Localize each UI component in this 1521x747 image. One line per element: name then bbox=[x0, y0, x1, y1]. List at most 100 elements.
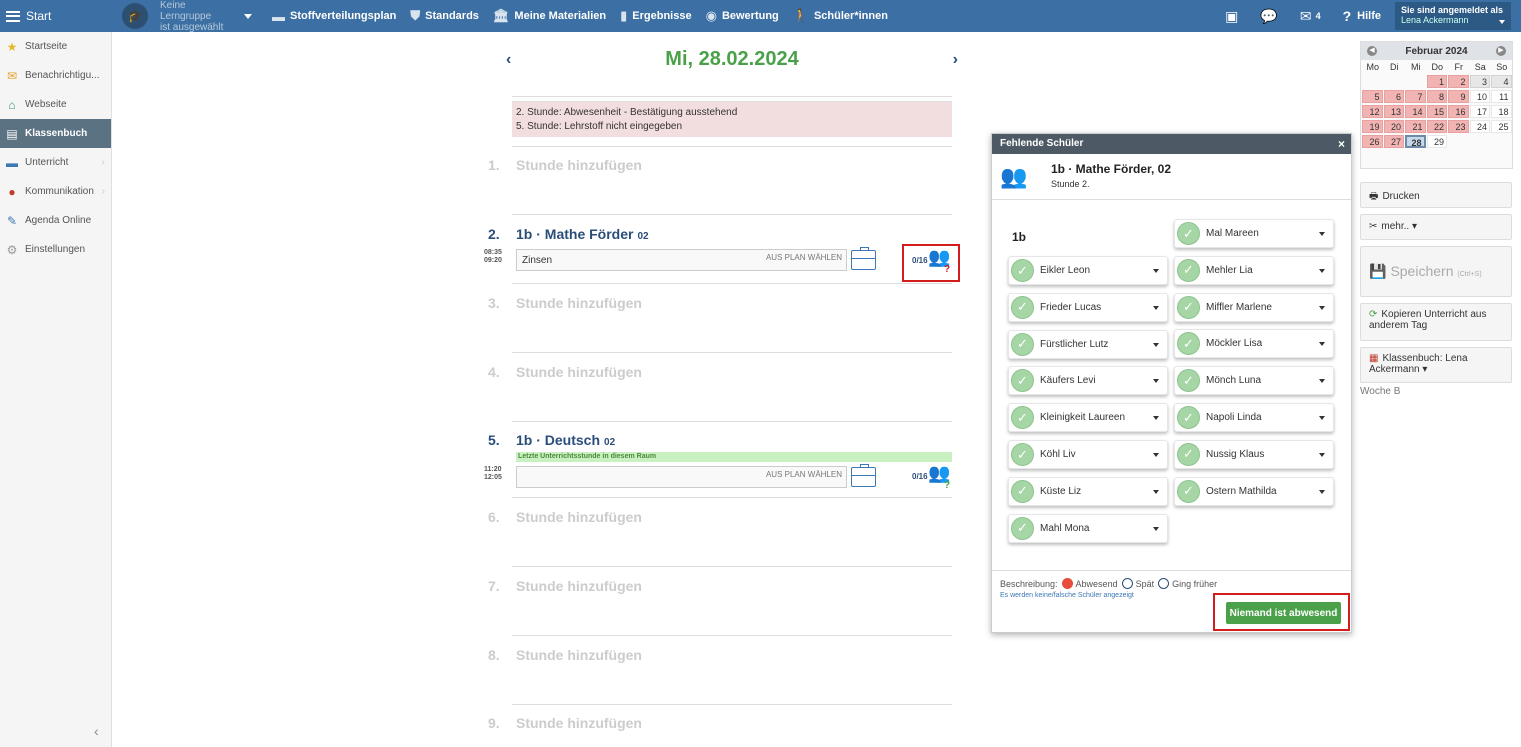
calendar-day[interactable]: 10 bbox=[1469, 90, 1490, 103]
calendar-day[interactable]: 12 bbox=[1362, 105, 1383, 118]
chevron-down-icon[interactable] bbox=[1153, 453, 1159, 457]
calendar-day[interactable]: 26 bbox=[1362, 135, 1383, 148]
calendar-day[interactable]: 21 bbox=[1405, 120, 1426, 133]
chevron-down-icon[interactable] bbox=[1153, 489, 1159, 494]
student-card[interactable]: ✓ Kleinigkeit Laureen bbox=[1008, 403, 1168, 433]
calendar-day[interactable]: 8 bbox=[1426, 90, 1447, 103]
briefcase-icon[interactable] bbox=[851, 247, 876, 270]
chevron-down-icon[interactable] bbox=[1319, 452, 1325, 457]
calendar-day[interactable]: 25 bbox=[1491, 120, 1512, 133]
presentation-icon[interactable]: ▣ bbox=[1225, 8, 1238, 25]
sidebar-item-unterricht[interactable]: ▬ Unterricht › bbox=[0, 148, 111, 177]
add-lesson-6[interactable]: 6. Stunde hinzufügen bbox=[488, 509, 642, 525]
sidebar-item-kommunikation[interactable]: ● Kommunikation › bbox=[0, 177, 111, 206]
wrong-students-link[interactable]: Es werden keine/falsche Schüler angezeig… bbox=[1000, 592, 1134, 599]
chevron-down-icon[interactable] bbox=[1319, 305, 1325, 310]
mail-icon[interactable]: ✉ bbox=[1300, 8, 1312, 25]
lesson-2-topic-field[interactable]: Zinsen AUS PLAN WÄHLEN bbox=[516, 249, 847, 271]
group-selector[interactable]: 🎓 Keine Lerngruppe ist ausgewählt bbox=[122, 0, 252, 33]
student-card[interactable]: ✓ Fürstlicher Lutz bbox=[1008, 329, 1168, 359]
checkmark-icon[interactable]: ✓ bbox=[1011, 406, 1034, 430]
nav-schueler-innen[interactable]: 🚶 Schüler*innen bbox=[793, 8, 888, 24]
sidebar-item-startseite[interactable]: ★ Startseite bbox=[0, 32, 111, 61]
checkmark-icon[interactable]: ✓ bbox=[1177, 295, 1200, 319]
choose-from-plan-link[interactable]: AUS PLAN WÄHLEN bbox=[766, 470, 842, 479]
chevron-down-icon[interactable] bbox=[1153, 269, 1159, 273]
checkmark-icon[interactable]: ✓ bbox=[1177, 406, 1200, 429]
chevron-down-icon[interactable] bbox=[1153, 416, 1159, 421]
student-card[interactable]: ✓ Küste Liz bbox=[1008, 476, 1168, 506]
start-menu-button[interactable]: Start bbox=[0, 0, 112, 32]
add-lesson-4[interactable]: 4. Stunde hinzufügen bbox=[488, 364, 642, 380]
calendar-day[interactable]: 19 bbox=[1362, 120, 1383, 133]
add-lesson-8[interactable]: 8. Stunde hinzufügen bbox=[488, 647, 642, 663]
student-card[interactable]: ✓ Mahl Mona bbox=[1008, 513, 1168, 543]
calendar-day[interactable]: 17 bbox=[1469, 105, 1490, 118]
checkmark-icon[interactable]: ✓ bbox=[1011, 479, 1034, 503]
calendar-day[interactable]: 23 bbox=[1448, 120, 1469, 133]
lesson-5-title[interactable]: 5. 1b · Deutsch 02 bbox=[488, 432, 615, 448]
previous-month-icon[interactable]: ◀ bbox=[1367, 46, 1377, 56]
checkmark-icon[interactable]: ✓ bbox=[1177, 332, 1200, 356]
checkmark-icon[interactable]: ✓ bbox=[1177, 222, 1200, 245]
chevron-down-icon[interactable] bbox=[1153, 342, 1159, 347]
checkmark-icon[interactable]: ✓ bbox=[1011, 259, 1034, 282]
checkmark-icon[interactable]: ✓ bbox=[1011, 443, 1034, 466]
sidebar-item-klassenbuch[interactable]: ▤ Klassenbuch bbox=[0, 119, 111, 148]
checkmark-icon[interactable]: ✓ bbox=[1011, 295, 1034, 319]
chevron-down-icon[interactable] bbox=[1153, 379, 1159, 384]
user-menu[interactable]: Sie sind angemeldet als Lena Ackermann bbox=[1395, 2, 1511, 30]
chevron-down-icon[interactable] bbox=[1153, 526, 1159, 531]
chevron-down-icon[interactable] bbox=[1319, 232, 1325, 236]
more-button[interactable]: ✂ mehr.. ▾ bbox=[1360, 214, 1512, 240]
save-button[interactable]: 💾 Speichern (Ctrl+S) bbox=[1360, 246, 1512, 297]
calendar-day[interactable]: 20 bbox=[1383, 120, 1404, 133]
close-icon[interactable]: × bbox=[1338, 137, 1345, 151]
lesson-5-topic-field[interactable]: AUS PLAN WÄHLEN bbox=[516, 466, 847, 488]
calendar-day[interactable]: 18 bbox=[1491, 105, 1512, 118]
collapse-sidebar-icon[interactable]: ‹ bbox=[94, 723, 99, 739]
student-card[interactable]: ✓ Nussig Klaus bbox=[1174, 439, 1334, 469]
sidebar-item-agenda-online[interactable]: ✎ Agenda Online bbox=[0, 206, 111, 235]
briefcase-icon[interactable] bbox=[851, 464, 876, 487]
chevron-down-icon[interactable] bbox=[1319, 342, 1325, 347]
chevron-down-icon[interactable] bbox=[1319, 489, 1325, 494]
calendar-day[interactable]: 16 bbox=[1448, 105, 1469, 118]
calendar-day[interactable]: 29 bbox=[1426, 135, 1447, 148]
checkmark-icon[interactable]: ✓ bbox=[1177, 369, 1200, 393]
nav-bewertung[interactable]: ◉ Bewertung bbox=[706, 8, 779, 24]
chevron-down-icon[interactable] bbox=[1319, 268, 1325, 273]
chevron-down-icon[interactable] bbox=[1153, 305, 1159, 310]
student-card[interactable]: ✓ Möckler Lisa bbox=[1174, 329, 1334, 359]
chat-bubbles-icon[interactable]: 💬 bbox=[1260, 8, 1277, 25]
copy-lesson-button[interactable]: ⟳ Kopieren Unterricht aus anderem Tag bbox=[1360, 303, 1512, 341]
student-card[interactable]: ✓ Miffler Marlene bbox=[1174, 292, 1334, 322]
student-card[interactable]: ✓ Napoli Linda bbox=[1174, 403, 1334, 432]
next-day-icon[interactable]: › bbox=[953, 51, 958, 69]
next-month-icon[interactable]: ▶ bbox=[1496, 46, 1506, 56]
calendar-day[interactable]: 9 bbox=[1448, 90, 1469, 103]
student-card[interactable]: ✓ Käufers Levi bbox=[1008, 366, 1168, 396]
checkmark-icon[interactable]: ✓ bbox=[1011, 369, 1034, 393]
sidebar-item-benachrichtigungen[interactable]: ✉ Benachrichtigu... bbox=[0, 61, 111, 90]
classbook-selector[interactable]: ▦ Klassenbuch: Lena Ackermann ▾ bbox=[1360, 347, 1512, 383]
checkmark-icon[interactable]: ✓ bbox=[1011, 332, 1034, 356]
calendar-day[interactable]: 1 bbox=[1426, 75, 1447, 88]
choose-from-plan-link[interactable]: AUS PLAN WÄHLEN bbox=[766, 253, 842, 262]
add-lesson-1[interactable]: 1. Stunde hinzufügen bbox=[488, 157, 642, 173]
calendar-day[interactable]: 5 bbox=[1362, 90, 1383, 103]
student-card[interactable]: ✓ Mal Mareen bbox=[1174, 219, 1334, 248]
nav-stoffverteilungsplan[interactable]: ▬ Stoffverteilungsplan bbox=[272, 9, 396, 24]
add-lesson-9[interactable]: 9. Stunde hinzufügen bbox=[488, 715, 642, 731]
lesson-2-title[interactable]: 2. 1b · Mathe Förder 02 bbox=[488, 226, 649, 242]
help-link[interactable]: ? Hilfe bbox=[1343, 8, 1381, 24]
calendar-day[interactable]: 15 bbox=[1426, 105, 1447, 118]
sidebar-item-einstellungen[interactable]: ⚙ Einstellungen bbox=[0, 235, 111, 264]
calendar-day[interactable]: 11 bbox=[1491, 90, 1512, 103]
sidebar-item-webseite[interactable]: ⌂ Webseite bbox=[0, 90, 111, 119]
checkmark-icon[interactable]: ✓ bbox=[1177, 442, 1200, 466]
checkmark-icon[interactable]: ✓ bbox=[1177, 479, 1200, 503]
chevron-down-icon[interactable] bbox=[1319, 416, 1325, 420]
calendar-day[interactable]: 28 bbox=[1405, 135, 1426, 148]
checkmark-icon[interactable]: ✓ bbox=[1177, 258, 1200, 282]
